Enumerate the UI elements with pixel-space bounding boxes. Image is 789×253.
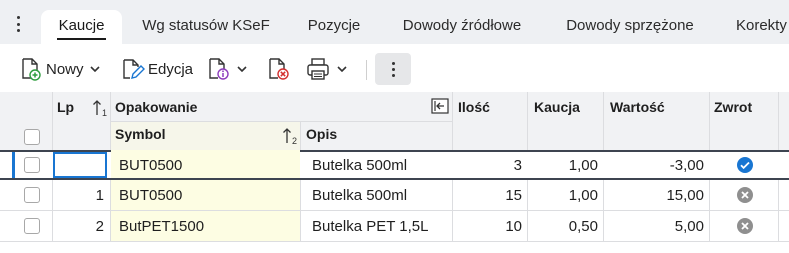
chevron-down-icon[interactable] [237, 66, 247, 72]
tabs-menu-icon[interactable] [9, 13, 27, 35]
tab-bar: Kaucje Wg statusów KSeF Pozycje Dowody ź… [0, 0, 789, 44]
divider [110, 180, 111, 241]
divider [527, 92, 528, 150]
divider [452, 180, 453, 241]
selected-row-marker [12, 152, 15, 178]
tab-label: Korekty [736, 17, 787, 34]
delete-button[interactable] [267, 53, 291, 85]
tab-dowody-zrodlowe[interactable]: Dowody źródłowe [386, 10, 538, 44]
cell-opis[interactable]: Butelka PET 1,5L [312, 211, 428, 241]
active-tab-indicator [57, 38, 106, 40]
header-opakowanie[interactable]: Opakowanie [115, 99, 197, 115]
x-circle-icon[interactable] [736, 180, 754, 210]
cell-opis[interactable]: Butelka 500ml [312, 150, 407, 180]
sort-order-label: 2 [292, 136, 297, 146]
header-ilosc[interactable]: Ilość [458, 99, 490, 115]
cell-opis[interactable]: Butelka 500ml [312, 180, 407, 210]
lp-edit-field[interactable] [53, 152, 107, 178]
kaucje-grid: Lp 1 Opakowanie Ilość Kaucja Wartość Zwr… [0, 92, 789, 253]
toolbar-separator [366, 60, 367, 80]
x-circle-icon[interactable] [736, 211, 754, 241]
cell-symbol[interactable]: ButPET1500 [111, 211, 300, 241]
more-vertical-icon[interactable] [375, 53, 411, 85]
tab-wg-statusow-ksef[interactable]: Wg statusów KSeF [130, 10, 282, 44]
divider [603, 92, 604, 150]
divider [709, 92, 710, 150]
cell-symbol[interactable]: BUT0500 [111, 150, 300, 180]
toolbar: Nowy Edycja [0, 44, 789, 92]
divider [778, 180, 779, 241]
sort-asc-icon[interactable]: 2 [282, 126, 300, 146]
row-checkbox[interactable] [24, 211, 40, 241]
document-info-icon [207, 57, 231, 81]
header-lp[interactable]: Lp [57, 99, 74, 115]
check-circle-icon[interactable] [736, 150, 754, 180]
cell-kaucja[interactable]: 1,00 [528, 180, 598, 210]
divider [778, 92, 779, 150]
divider [709, 180, 710, 241]
cell-wartosc[interactable]: 5,00 [604, 211, 704, 241]
divider [52, 180, 53, 241]
print-button[interactable] [305, 53, 347, 85]
cell-wartosc[interactable]: -3,00 [604, 150, 704, 180]
divider [527, 180, 528, 241]
cell-ilosc[interactable]: 10 [453, 211, 522, 241]
document-delete-icon [267, 57, 291, 81]
printer-icon [305, 57, 331, 81]
edit-document-icon [121, 57, 145, 81]
cell-lp: 1 [95, 186, 104, 204]
tab-label: Wg statusów KSeF [142, 17, 270, 34]
new-button[interactable]: Nowy [20, 53, 100, 85]
info-button[interactable] [207, 53, 247, 85]
divider [110, 121, 452, 122]
row-checkbox[interactable] [24, 180, 40, 210]
cell-kaucja[interactable]: 0,50 [528, 211, 598, 241]
divider [0, 241, 789, 242]
cell-kaucja[interactable]: 1,00 [528, 150, 598, 180]
sort-order-label: 1 [102, 108, 107, 118]
divider [300, 180, 301, 241]
cell-lp: 2 [95, 217, 104, 235]
divider [452, 92, 453, 150]
new-button-label: Nowy [46, 60, 84, 78]
select-all-checkbox[interactable] [24, 129, 40, 145]
cell-symbol[interactable]: BUT0500 [111, 180, 300, 210]
tab-korekty[interactable]: Korekty [722, 10, 789, 44]
divider [300, 121, 301, 150]
row-checkbox[interactable] [24, 150, 40, 180]
tab-label: Dowody źródłowe [402, 17, 522, 34]
header-kaucja[interactable]: Kaucja [534, 99, 580, 115]
table-row[interactable]: 2 ButPET1500 Butelka PET 1,5L 10 0,50 5,… [0, 211, 789, 241]
header-zwrot[interactable]: Zwrot [714, 99, 752, 115]
new-document-icon [20, 57, 42, 81]
edit-button-label: Edycja [148, 60, 194, 78]
tab-kaucje[interactable]: Kaucje [41, 10, 122, 44]
sort-asc-icon[interactable]: 1 [92, 98, 108, 118]
header-wartosc[interactable]: Wartość [610, 99, 665, 115]
edit-button[interactable]: Edycja [121, 53, 193, 85]
header-symbol[interactable]: Symbol [115, 126, 166, 142]
chevron-down-icon[interactable] [337, 66, 347, 72]
cell-ilosc[interactable]: 15 [453, 180, 522, 210]
cell-wartosc[interactable]: 15,00 [604, 180, 704, 210]
divider [603, 180, 604, 241]
tab-label: Pozycje [307, 17, 361, 34]
table-row[interactable]: BUT0500 Butelka 500ml 3 1,00 -3,00 [0, 150, 789, 180]
cell-ilosc[interactable]: 3 [453, 150, 522, 180]
tab-dowody-sprzezone[interactable]: Dowody sprzężone [550, 10, 710, 44]
chevron-down-icon[interactable] [89, 66, 100, 72]
header-opis[interactable]: Opis [306, 126, 337, 142]
tab-pozycje[interactable]: Pozycje [292, 10, 376, 44]
tab-label: Dowody sprzężone [566, 17, 694, 34]
divider [52, 92, 53, 150]
collapse-column-icon[interactable] [431, 98, 449, 114]
table-row[interactable]: 1 BUT0500 Butelka 500ml 15 1,00 15,00 [0, 180, 789, 210]
tab-label: Kaucje [58, 17, 105, 34]
